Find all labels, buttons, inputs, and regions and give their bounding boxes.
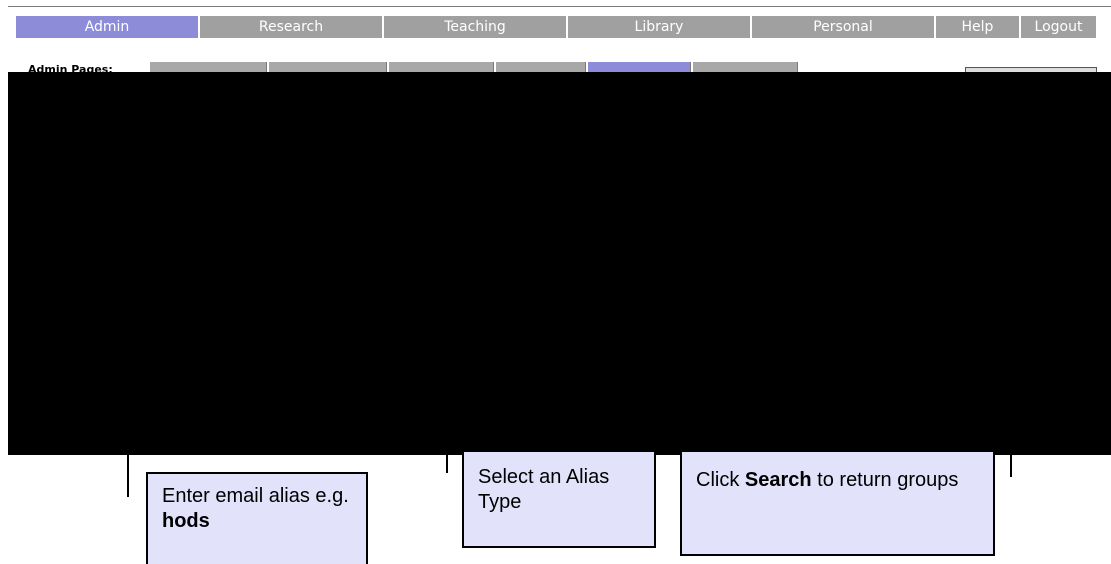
callout-alias: Enter email alias e.g. hods	[146, 472, 368, 564]
page: Admin Research Teaching Library Personal…	[0, 0, 1111, 564]
callout-search-suffix: to return groups	[811, 469, 959, 491]
pointer-line-alias	[127, 455, 129, 497]
admin-subnav	[150, 62, 800, 72]
callout-search: Click Search to return groups	[680, 450, 995, 556]
tab-library[interactable]: Library	[568, 16, 750, 38]
callout-alias-type: Select an Alias Type	[462, 450, 656, 548]
tab-logout[interactable]: Logout	[1021, 16, 1096, 38]
callout-search-prefix: Click	[696, 469, 745, 491]
tab-admin[interactable]: Admin	[16, 16, 198, 38]
tab-teaching[interactable]: Teaching	[384, 16, 566, 38]
redacted-content	[8, 72, 1111, 455]
subnav-item[interactable]	[693, 62, 798, 72]
tab-personal[interactable]: Personal	[752, 16, 934, 38]
tab-help[interactable]: Help	[936, 16, 1019, 38]
callout-alias-text: Enter email alias e.g.	[162, 485, 349, 507]
tab-research[interactable]: Research	[200, 16, 382, 38]
callout-type-text: Select an Alias Type	[478, 466, 610, 513]
subnav-item[interactable]	[389, 62, 494, 72]
subnav-item[interactable]	[269, 62, 387, 72]
callout-alias-example: hods	[162, 510, 210, 532]
subnav-item[interactable]	[150, 62, 267, 72]
top-border	[8, 6, 1111, 7]
subnav-item-active[interactable]	[588, 62, 691, 72]
pointer-line-type	[446, 455, 448, 473]
pointer-line-search	[1010, 455, 1012, 477]
subnav-item[interactable]	[496, 62, 586, 72]
callout-search-keyword: Search	[744, 469, 812, 491]
main-nav: Admin Research Teaching Library Personal…	[16, 16, 1098, 38]
